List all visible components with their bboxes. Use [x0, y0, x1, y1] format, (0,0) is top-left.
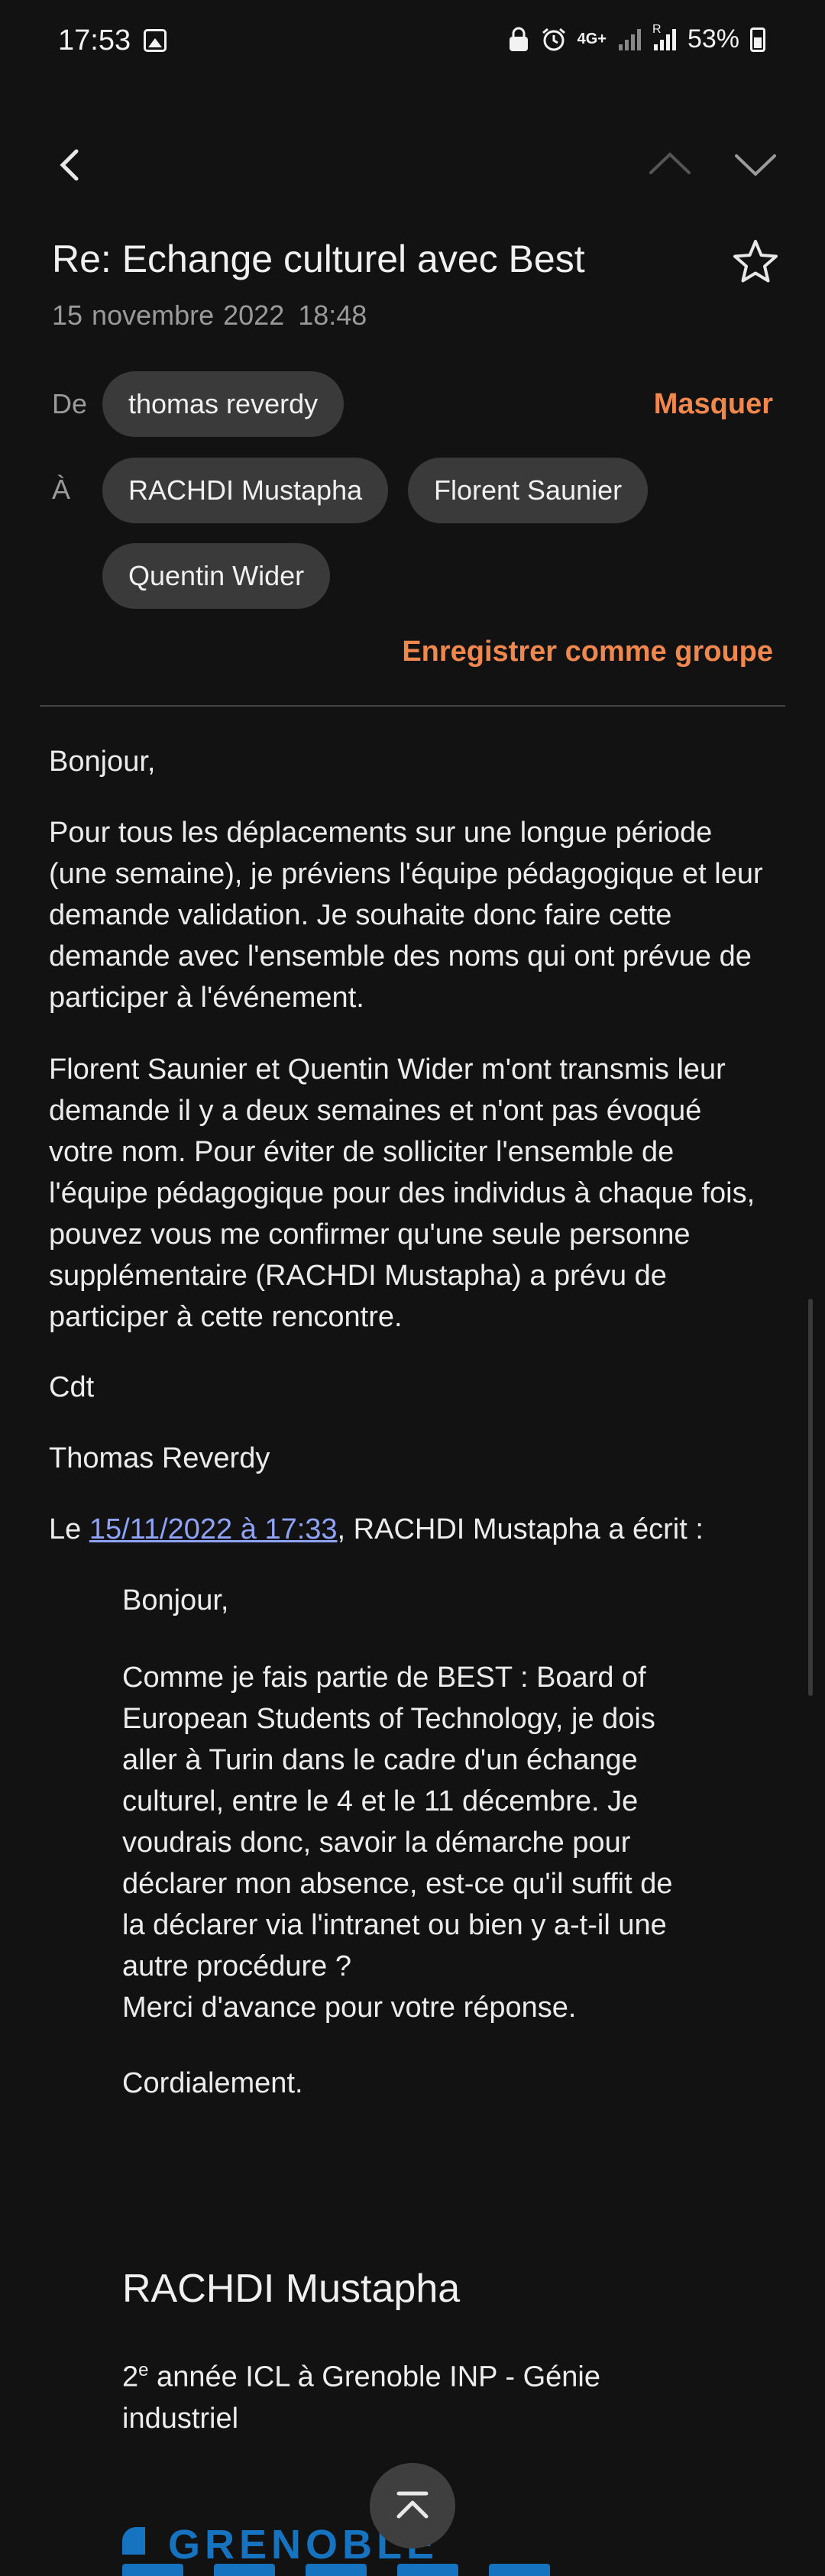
- chevron-left-icon: [60, 149, 79, 181]
- signal-icon: [617, 28, 642, 52]
- logo-bar: [122, 2564, 183, 2576]
- battery-percent: 53%: [687, 24, 739, 53]
- signal-2-icon: R: [652, 23, 677, 52]
- quote-suffix: , RACHDI Mustapha a écrit :: [337, 1513, 704, 1545]
- battery-icon: [750, 27, 765, 52]
- next-email-button[interactable]: [729, 138, 782, 191]
- quote-date-link[interactable]: 15/11/2022 à 17:33: [89, 1513, 338, 1545]
- hide-details-link[interactable]: Masquer: [654, 388, 773, 421]
- email-toolbar: [0, 122, 825, 206]
- quoted-body-text: Comme je fais partie de BEST : Board of …: [122, 1662, 673, 1982]
- logo-mark: [122, 2527, 145, 2555]
- sig-role-post: année ICL à Grenoble INP - Génie industr…: [122, 2361, 600, 2435]
- back-button[interactable]: [46, 138, 92, 191]
- status-icons: 4G+ R 53%: [507, 23, 765, 54]
- previous-email-button[interactable]: [643, 138, 697, 191]
- message-greeting: Bonjour,: [49, 746, 156, 778]
- network-type-icon: 4G+: [578, 31, 607, 48]
- quote-prefix: Le: [49, 1513, 89, 1545]
- chevron-up-icon: [649, 152, 691, 174]
- scroll-to-top-button[interactable]: [370, 2463, 455, 2548]
- status-bar: 17:53 4G+ R 53%: [0, 0, 825, 86]
- status-time: 17:53: [58, 24, 131, 57]
- star-icon: [733, 240, 778, 283]
- quoted-body: Comme je fais partie de BEST : Board of …: [122, 1657, 688, 2028]
- quoted-greeting: Bonjour,: [122, 1584, 229, 1616]
- recipient-chip[interactable]: Quentin Wider: [102, 543, 331, 609]
- quoted-signature-role: 2e année ICL à Grenoble INP - Génie indu…: [122, 2350, 657, 2439]
- lock-icon: [507, 27, 530, 53]
- email-date: 15 novembre 2022 18:48: [52, 299, 367, 332]
- to-label: À: [52, 474, 71, 505]
- alarm-icon: [541, 27, 567, 53]
- quoted-signature-name: RACHDI Mustapha: [122, 2267, 461, 2311]
- network-type-label: 4G+: [577, 31, 607, 47]
- favorite-button[interactable]: [729, 235, 782, 289]
- logo-lower-shapes: [122, 2564, 657, 2576]
- recipient-chip[interactable]: Florent Saunier: [408, 458, 649, 523]
- email-subject: Re: Echange culturel avec Best: [52, 238, 585, 280]
- logo-bar: [489, 2564, 550, 2576]
- quote-header: Le 15/11/2022 à 17:33, RACHDI Mustapha a…: [49, 1509, 767, 1550]
- header-divider: [40, 705, 785, 707]
- from-label: De: [52, 388, 88, 419]
- email-date-day: 15 novembre 2022: [52, 299, 285, 331]
- message-paragraph: Pour tous les déplacements sur une longu…: [49, 817, 763, 1014]
- quoted-closing: Cordialement.: [122, 2067, 303, 2099]
- scroll-top-icon: [396, 2491, 429, 2519]
- scrollbar[interactable]: [808, 1299, 813, 1696]
- sig-role-pre: 2: [122, 2361, 139, 2393]
- recipient-chip[interactable]: RACHDI Mustapha: [102, 458, 389, 523]
- logo-bar: [306, 2564, 367, 2576]
- message-closing: Cdt: [49, 1371, 95, 1403]
- email-date-time: 18:48: [298, 299, 367, 331]
- sender-chip[interactable]: thomas reverdy: [102, 371, 345, 437]
- gallery-notification-icon: [144, 29, 167, 52]
- logo-bar: [397, 2564, 458, 2576]
- save-as-group-link[interactable]: Enregistrer comme groupe: [402, 636, 773, 668]
- sig-role-sup: e: [138, 2360, 149, 2380]
- quoted-thanks: Merci d'avance pour votre réponse.: [122, 1992, 577, 2024]
- logo-bar: [214, 2564, 275, 2576]
- message-signature: Thomas Reverdy: [49, 1442, 270, 1474]
- message-paragraph: Florent Saunier et Quentin Wider m'ont t…: [49, 1053, 755, 1333]
- chevron-down-icon: [735, 154, 776, 176]
- sim-label: R: [652, 22, 662, 36]
